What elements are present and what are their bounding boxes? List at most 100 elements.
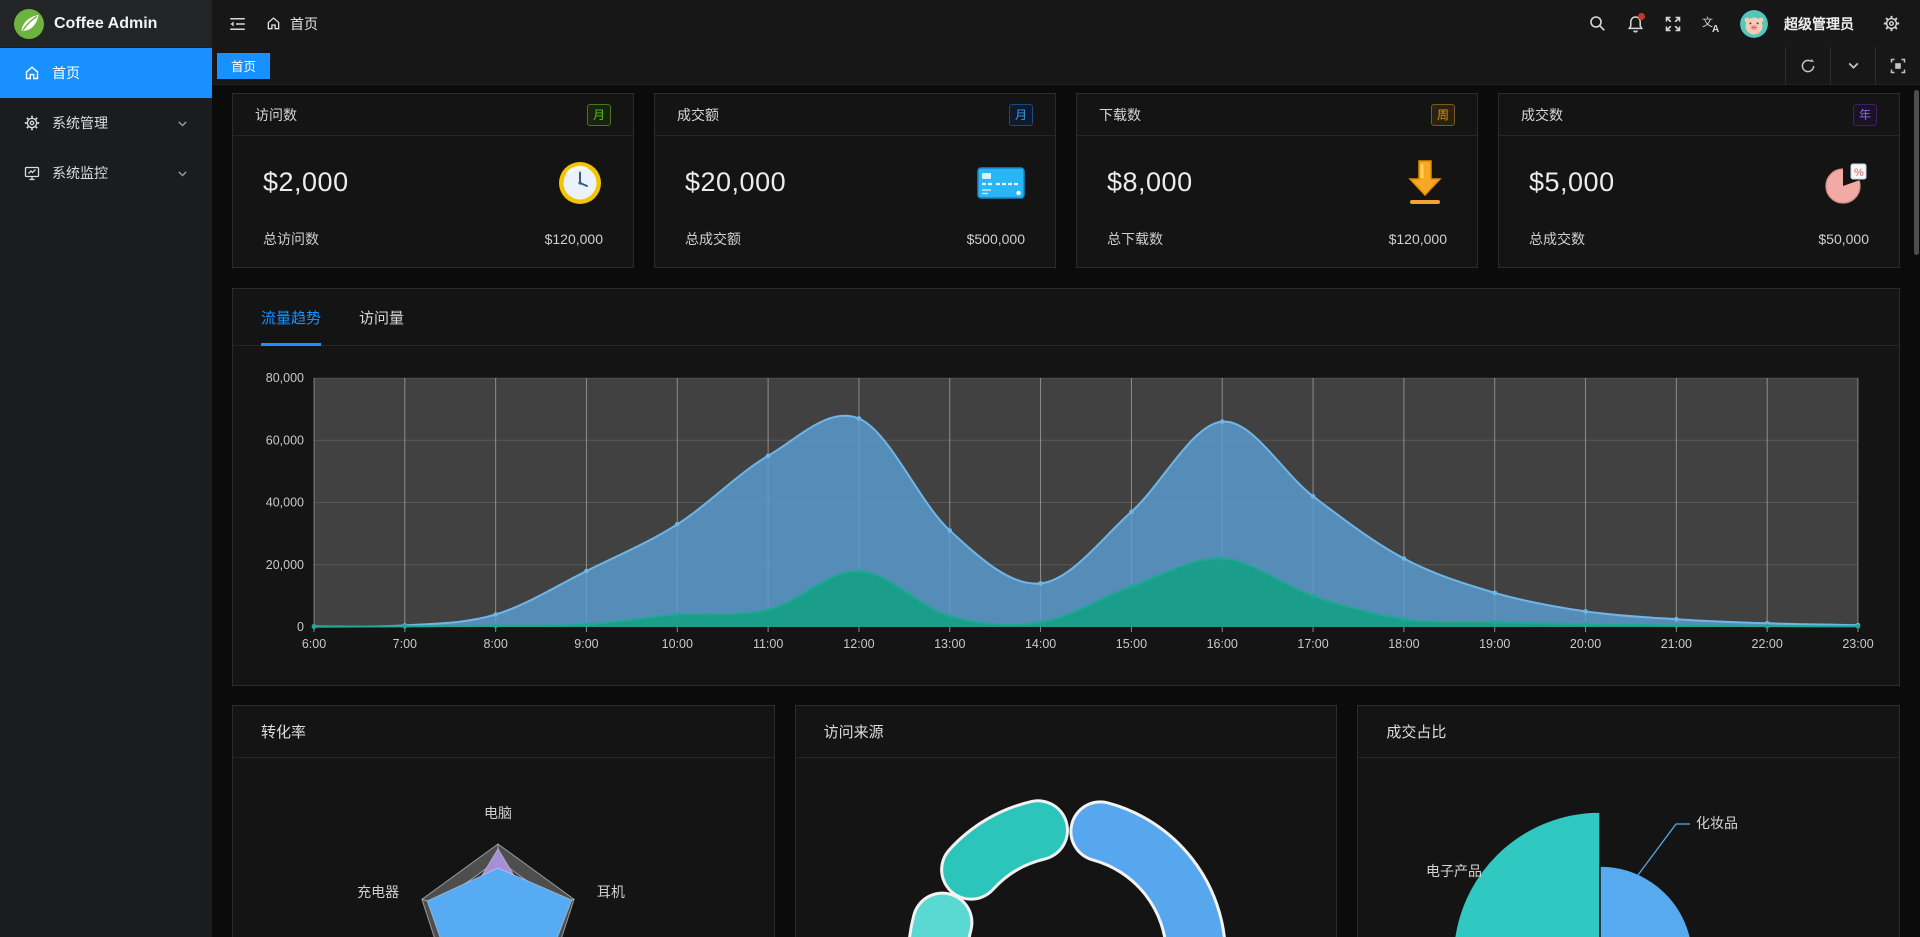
bottom-cards-row: 转化率 电脑耳机 充电器 访问来源 成交占比 电子产品 化妆品 — [232, 705, 1900, 937]
card-title: 访问来源 — [796, 706, 1337, 758]
svg-text:12:00: 12:00 — [843, 637, 874, 651]
svg-text:13:00: 13:00 — [934, 637, 965, 651]
tabbar-actions — [1785, 47, 1920, 84]
chevron-down-icon[interactable] — [1830, 47, 1875, 84]
stat-footer-label: 总成交数 — [1529, 229, 1585, 249]
tab-home[interactable]: 首页 — [217, 53, 270, 79]
svg-text:20,000: 20,000 — [266, 558, 304, 572]
svg-text:40,000: 40,000 — [266, 496, 304, 510]
deal-share-card: 成交占比 电子产品 化妆品 — [1357, 705, 1900, 937]
conversion-rate-chart: 电脑耳机 充电器 — [233, 758, 774, 937]
svg-text:电脑: 电脑 — [484, 805, 512, 821]
card-title: 转化率 — [233, 706, 774, 758]
stat-title: 下载数 — [1099, 105, 1141, 125]
trend-tabs: 流量趋势 访问量 — [233, 289, 1899, 346]
notification-dot — [1638, 13, 1645, 20]
monitor-icon — [24, 165, 40, 181]
svg-text:7:00: 7:00 — [393, 637, 417, 651]
gear-icon — [24, 115, 40, 131]
svg-text:化妆品: 化妆品 — [1696, 815, 1738, 831]
sidebar-item-system-monitor[interactable]: 系统监控 — [0, 148, 212, 198]
home-icon — [24, 65, 40, 81]
brand-name: Coffee Admin — [54, 15, 157, 33]
page-tabbar: 首页 — [212, 47, 1920, 85]
scrollbar-thumb[interactable] — [1914, 90, 1919, 255]
svg-text:19:00: 19:00 — [1479, 637, 1510, 651]
svg-text:A: A — [1712, 24, 1719, 33]
breadcrumb[interactable]: 首页 — [266, 14, 318, 34]
fullscreen-icon[interactable] — [1658, 9, 1688, 39]
bell-icon[interactable] — [1620, 9, 1650, 39]
period-badge[interactable]: 月 — [1009, 104, 1033, 126]
stat-footer-value: $120,000 — [545, 231, 603, 247]
avatar[interactable] — [1740, 10, 1768, 38]
stat-card-turnover: 成交额 月 $20,000 — [654, 93, 1056, 268]
brand-logo: Coffee Admin — [0, 0, 212, 47]
svg-text:0: 0 — [297, 620, 304, 634]
sidebar-item-home[interactable]: 首页 — [0, 48, 212, 98]
stat-title: 成交数 — [1521, 105, 1563, 125]
stat-cards-row: 访问数 月 $2,000 — [232, 93, 1900, 268]
top-header: 首页 — [212, 0, 1920, 47]
sidebar: Coffee Admin 首页 系统管理 — [0, 0, 212, 937]
svg-text:14:00: 14:00 — [1025, 637, 1056, 651]
download-icon — [1403, 159, 1447, 207]
search-icon[interactable] — [1582, 9, 1612, 39]
sidebar-item-system-management[interactable]: 系统管理 — [0, 98, 212, 148]
svg-text:9:00: 9:00 — [574, 637, 598, 651]
stat-footer-value: $120,000 — [1389, 231, 1447, 247]
svg-text:电子产品: 电子产品 — [1426, 863, 1482, 879]
stat-title: 访问数 — [255, 105, 297, 125]
period-badge[interactable]: 年 — [1853, 104, 1877, 126]
stat-card-downloads: 下载数 周 $8,000 — [1076, 93, 1478, 268]
refresh-icon[interactable] — [1785, 47, 1830, 84]
stat-value: $5,000 — [1529, 167, 1615, 198]
chevron-down-icon — [177, 168, 188, 179]
clock-icon — [557, 160, 603, 206]
period-badge[interactable]: 月 — [587, 104, 611, 126]
leaf-logo-icon — [14, 9, 44, 39]
stat-card-deals: 成交数 年 $5,000 % — [1498, 93, 1900, 268]
sidebar-item-label: 系统管理 — [52, 113, 108, 133]
stat-value: $20,000 — [685, 167, 786, 198]
tab-traffic-trend[interactable]: 流量趋势 — [261, 289, 321, 345]
gear-icon[interactable] — [1876, 9, 1906, 39]
traffic-trend-card: 流量趋势 访问量 020,00040,00060,00080,0006:007:… — [232, 288, 1900, 686]
svg-text:16:00: 16:00 — [1207, 637, 1238, 651]
svg-text:80,000: 80,000 — [266, 371, 304, 385]
page-content: 访问数 月 $2,000 — [212, 85, 1920, 937]
stat-footer-label: 总下载数 — [1107, 229, 1163, 249]
sidebar-item-label: 系统监控 — [52, 163, 108, 183]
username[interactable]: 超级管理员 — [1784, 14, 1854, 34]
stat-footer-value: $500,000 — [967, 231, 1025, 247]
maximize-icon[interactable] — [1875, 47, 1920, 84]
stat-value: $2,000 — [263, 167, 349, 198]
stat-card-visits: 访问数 月 $2,000 — [232, 93, 634, 268]
pie-icon: % — [1823, 161, 1869, 205]
svg-text:21:00: 21:00 — [1661, 637, 1692, 651]
svg-text:17:00: 17:00 — [1297, 637, 1328, 651]
stat-title: 成交额 — [677, 105, 719, 125]
svg-text:20:00: 20:00 — [1570, 637, 1601, 651]
period-badge[interactable]: 周 — [1431, 104, 1455, 126]
card-title: 成交占比 — [1358, 706, 1899, 758]
breadcrumb-label: 首页 — [290, 14, 318, 34]
header-actions: 文 A 超级管理员 — [1582, 9, 1906, 39]
sidebar-menu: 首页 系统管理 — [0, 47, 212, 198]
stat-footer-value: $50,000 — [1818, 231, 1869, 247]
stat-footer-label: 总访问数 — [263, 229, 319, 249]
credit-card-icon — [977, 165, 1025, 201]
svg-text:15:00: 15:00 — [1116, 637, 1147, 651]
sidebar-item-label: 首页 — [52, 63, 80, 83]
translate-icon[interactable]: 文 A — [1696, 9, 1726, 39]
stat-footer-label: 总成交额 — [685, 229, 741, 249]
svg-text:23:00: 23:00 — [1842, 637, 1873, 651]
svg-text:6:00: 6:00 — [302, 637, 326, 651]
tab-visit-volume[interactable]: 访问量 — [359, 289, 404, 345]
menu-fold-icon[interactable] — [222, 9, 252, 39]
app-window: Coffee Admin 首页 系统管理 — [0, 0, 1920, 937]
svg-text:10:00: 10:00 — [662, 637, 693, 651]
visit-source-card: 访问来源 — [795, 705, 1338, 937]
svg-text:耳机: 耳机 — [597, 884, 625, 900]
svg-text:充电器: 充电器 — [357, 884, 399, 900]
